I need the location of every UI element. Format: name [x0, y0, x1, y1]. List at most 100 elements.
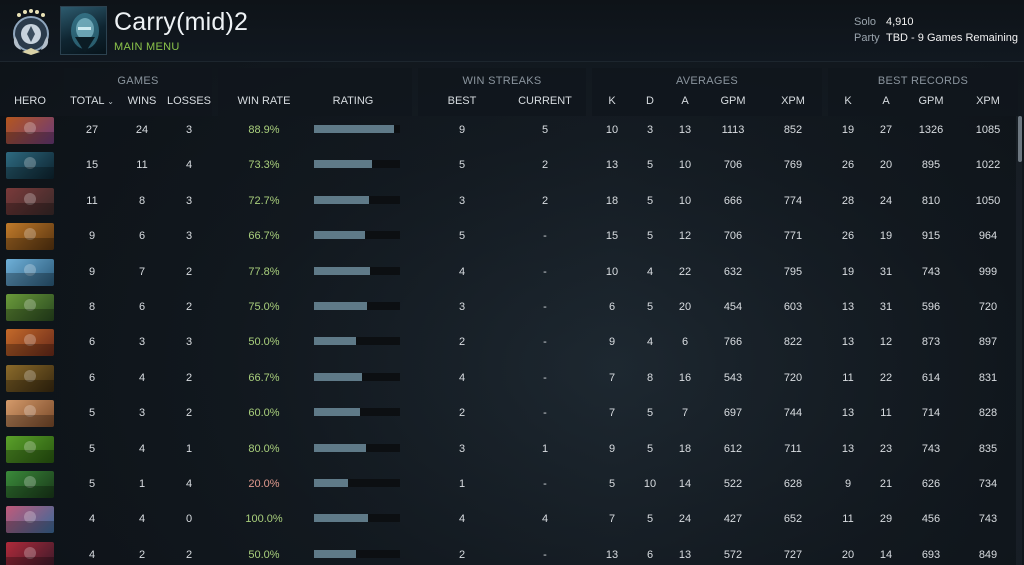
- column-header-best-xpm[interactable]: XPM: [968, 95, 1008, 107]
- hero-portrait-icon[interactable]: [6, 152, 54, 180]
- best-xpm-cell: 999: [978, 265, 998, 278]
- total-cell: 6: [88, 336, 96, 349]
- best-xpm-cell: 1050: [975, 194, 1001, 207]
- hero-portrait-icon[interactable]: [6, 506, 54, 534]
- best-assists-cell: 14: [879, 548, 893, 561]
- best-streak-cell: 2: [458, 336, 466, 349]
- best-assists-cell: 31: [879, 265, 893, 278]
- column-header-avg-deaths[interactable]: D: [636, 95, 664, 107]
- best-kills-cell: 11: [842, 371, 854, 384]
- rating-bar-fill: [314, 195, 370, 204]
- table-row[interactable]: 9 7 2 77.8% 4 - 10 4 22 632 795 19 31 743 999: [0, 255, 1012, 290]
- column-header-rating[interactable]: RATING: [323, 95, 383, 107]
- wins-cell: 24: [135, 124, 149, 136]
- table-row[interactable]: 5 4 1 80.0% 3 1 9 5 18 612 711 13 23 743 835: [0, 432, 1012, 467]
- hero-portrait-icon[interactable]: [6, 329, 54, 357]
- main-menu-link[interactable]: MAIN MENU: [114, 41, 180, 53]
- avg-gpm-cell: 706: [723, 230, 743, 243]
- table-row[interactable]: 5 1 4 20.0% 1-5 10 14 522 628 9 21 626 734: [0, 467, 1012, 502]
- table-row[interactable]: 9 6 3 66.7% 5 - 15 5 12 706 771 26 19 915 964: [0, 219, 1012, 254]
- column-header-avg-assists[interactable]: A: [671, 95, 699, 107]
- current-streak-cell: -: [543, 478, 547, 490]
- hero-portrait-icon[interactable]: [6, 223, 54, 251]
- hero-portrait-icon[interactable]: [6, 435, 54, 463]
- total-cell: 8: [88, 301, 96, 313]
- hero-portrait-icon[interactable]: [6, 294, 54, 321]
- column-header-best-streak[interactable]: BEST: [440, 95, 484, 107]
- hero-portrait-icon[interactable]: [6, 258, 54, 286]
- win-rate-cell: 100.0%: [245, 513, 283, 526]
- table-row[interactable]: 4 2 2 50.0% 2 - 13 6 13 572 727 20 14 693 849: [0, 538, 1012, 565]
- avg-gpm-cell: 766: [723, 336, 743, 349]
- current-streak-cell: -: [543, 371, 547, 384]
- best-kills-cell: 20: [841, 548, 855, 561]
- column-header-best-assists[interactable]: A: [872, 95, 900, 107]
- column-header-avg-kills[interactable]: K: [598, 95, 626, 107]
- hero-portrait-icon[interactable]: [6, 364, 54, 392]
- wins-cell: 8: [138, 194, 146, 207]
- best-xpm-cell: 964: [978, 230, 998, 243]
- avg-assists-cell: 13: [678, 124, 692, 136]
- current-streak-cell: -: [543, 407, 547, 420]
- scrollbar-track[interactable]: [1016, 116, 1022, 565]
- best-kills-cell: 13: [841, 336, 855, 349]
- player-avatar[interactable]: [60, 6, 107, 55]
- best-xpm-cell: 849: [978, 548, 998, 561]
- avg-gpm-cell: 697: [723, 407, 743, 420]
- column-header-best-gpm[interactable]: GPM: [912, 95, 950, 107]
- hero-portrait-icon[interactable]: [6, 471, 54, 498]
- column-header-losses[interactable]: LOSSES: [164, 95, 214, 107]
- chevron-down-icon: ⌄: [107, 97, 114, 106]
- scrollbar-thumb[interactable]: [1018, 116, 1022, 162]
- column-header-best-kills[interactable]: K: [834, 95, 862, 107]
- rating-bar: [314, 302, 400, 310]
- column-header-hero[interactable]: HERO: [6, 95, 54, 107]
- table-row[interactable]: 6 3 3 50.0% 2 - 9 4 6 766 822 13 12 873 897: [0, 325, 1012, 360]
- rating-bar-fill: [314, 479, 349, 487]
- table-row[interactable]: 8 6 2 75.0% 3 - 6 5 20 454 603 13 31 596 720: [0, 290, 1012, 325]
- table-row[interactable]: 11 8 3 72.7% 3 2 18 5 10 666 774 28 24 810 1050: [0, 184, 1012, 219]
- averages-group-label: AVERAGES: [675, 75, 739, 87]
- best-streak-cell: 4: [458, 513, 466, 526]
- table-row[interactable]: 27 24 3 88.9% 9 5 10 3 13 1113 852 19 27 1326 1085: [0, 113, 1012, 148]
- avg-deaths-cell: 4: [646, 336, 654, 349]
- column-header-wins[interactable]: WINS: [118, 95, 166, 107]
- column-header-avg-gpm[interactable]: GPM: [715, 95, 751, 107]
- hero-portrait-icon[interactable]: [6, 187, 54, 215]
- table-row[interactable]: 4 4 0 100.0% 4 4 7 5 24 427 652 11 29 456 743: [0, 502, 1012, 537]
- best-assists-cell: 27: [879, 124, 893, 136]
- wins-cell: 3: [138, 336, 146, 349]
- games-group-label: GAMES: [117, 75, 159, 87]
- best-streak-cell: 3: [458, 301, 466, 313]
- hero-portrait-icon[interactable]: [6, 541, 54, 565]
- column-header-avg-xpm[interactable]: XPM: [773, 95, 813, 107]
- hero-portrait-icon[interactable]: [6, 400, 54, 428]
- current-streak-cell: -: [543, 301, 547, 313]
- table-row[interactable]: 5 3 2 60.0% 2 - 7 5 7 697 744 13 11 714 828: [0, 396, 1012, 431]
- avg-deaths-cell: 5: [646, 442, 654, 455]
- current-streak-cell: -: [543, 548, 547, 561]
- column-header-win-rate[interactable]: WIN RATE: [234, 95, 294, 107]
- table-row[interactable]: 6 4 2 66.7% 4 - 7 8 16 543 720 11 22 614 831: [0, 361, 1012, 396]
- avg-xpm-cell: 720: [783, 371, 803, 384]
- total-cell: 11: [86, 194, 98, 207]
- table-row[interactable]: 15 11 4 73.3% 5 2 13 5 10 706 769 26 20 895 1022: [0, 148, 1012, 183]
- win-rate-cell: 72.7%: [248, 194, 280, 207]
- avg-gpm-cell: 1113: [721, 124, 745, 136]
- rating-bar: [314, 231, 400, 240]
- avg-deaths-cell: 5: [646, 159, 654, 172]
- avg-assists-cell: 18: [678, 442, 692, 455]
- avg-gpm-cell: 522: [723, 478, 743, 490]
- party-mmr-value: TBD - 9 Games Remaining: [886, 32, 1019, 44]
- page-title: Carry(mid)2: [114, 8, 249, 36]
- hero-portrait-icon[interactable]: [6, 117, 54, 144]
- best-gpm-cell: 915: [921, 230, 941, 243]
- avg-gpm-cell: 572: [723, 548, 743, 561]
- best-gpm-cell: 873: [921, 336, 941, 349]
- rating-bar-fill: [314, 160, 373, 169]
- column-header-total[interactable]: TOTAL ⌄: [68, 95, 116, 107]
- column-header-current-streak[interactable]: CURRENT: [514, 95, 576, 107]
- best-xpm-cell: 828: [978, 407, 998, 420]
- best-assists-cell: 22: [879, 371, 893, 384]
- best-xpm-cell: 720: [978, 301, 998, 313]
